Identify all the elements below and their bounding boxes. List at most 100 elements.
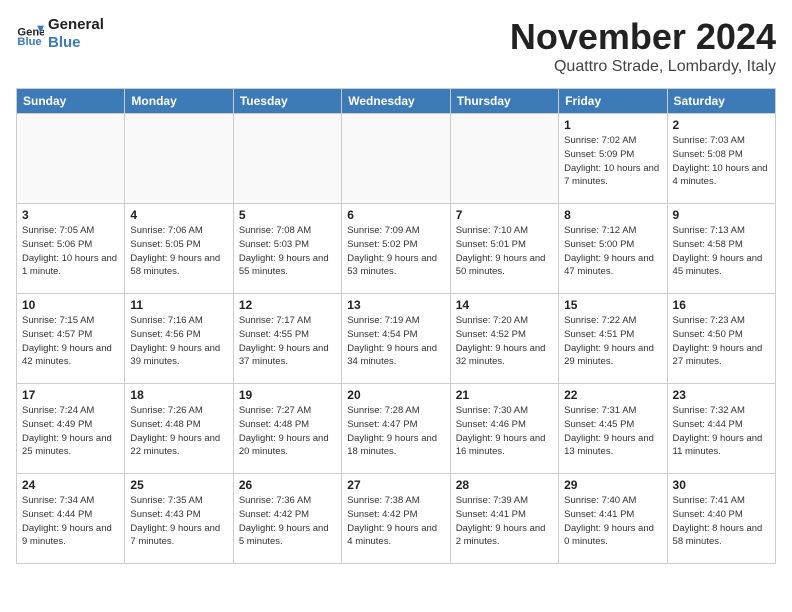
day-info: Sunrise: 7:06 AM Sunset: 5:05 PM Dayligh… bbox=[130, 224, 227, 279]
day-number: 12 bbox=[239, 298, 336, 312]
calendar-cell-w3d3: 20 Sunrise: 7:28 AM Sunset: 4:47 PM Dayli… bbox=[342, 384, 450, 474]
day-number: 8 bbox=[564, 208, 661, 222]
calendar-cell-w0d3 bbox=[342, 114, 450, 204]
day-info: Sunrise: 7:09 AM Sunset: 5:02 PM Dayligh… bbox=[347, 224, 444, 279]
day-number: 5 bbox=[239, 208, 336, 222]
calendar-cell-w3d4: 21 Sunrise: 7:30 AM Sunset: 4:46 PM Dayli… bbox=[450, 384, 558, 474]
calendar-cell-w4d5: 29 Sunrise: 7:40 AM Sunset: 4:41 PM Dayli… bbox=[559, 474, 667, 564]
day-number: 25 bbox=[130, 478, 227, 492]
calendar-cell-w4d4: 28 Sunrise: 7:39 AM Sunset: 4:41 PM Dayli… bbox=[450, 474, 558, 564]
calendar-cell-w0d0 bbox=[17, 114, 125, 204]
day-header-sunday: Sunday bbox=[17, 89, 125, 114]
day-header-tuesday: Tuesday bbox=[233, 89, 341, 114]
day-number: 16 bbox=[673, 298, 770, 312]
day-number: 22 bbox=[564, 388, 661, 402]
calendar-cell-w2d4: 14 Sunrise: 7:20 AM Sunset: 4:52 PM Dayli… bbox=[450, 294, 558, 384]
day-info: Sunrise: 7:17 AM Sunset: 4:55 PM Dayligh… bbox=[239, 314, 336, 369]
day-info: Sunrise: 7:38 AM Sunset: 4:42 PM Dayligh… bbox=[347, 494, 444, 549]
calendar-cell-w2d0: 10 Sunrise: 7:15 AM Sunset: 4:57 PM Dayli… bbox=[17, 294, 125, 384]
day-info: Sunrise: 7:03 AM Sunset: 5:08 PM Dayligh… bbox=[673, 134, 770, 189]
day-number: 18 bbox=[130, 388, 227, 402]
day-header-friday: Friday bbox=[559, 89, 667, 114]
day-number: 7 bbox=[456, 208, 553, 222]
logo: General Blue General Blue bbox=[16, 16, 104, 52]
day-number: 11 bbox=[130, 298, 227, 312]
day-info: Sunrise: 7:40 AM Sunset: 4:41 PM Dayligh… bbox=[564, 494, 661, 549]
day-number: 13 bbox=[347, 298, 444, 312]
day-info: Sunrise: 7:05 AM Sunset: 5:06 PM Dayligh… bbox=[22, 224, 119, 279]
calendar-cell-w0d2 bbox=[233, 114, 341, 204]
day-info: Sunrise: 7:34 AM Sunset: 4:44 PM Dayligh… bbox=[22, 494, 119, 549]
day-info: Sunrise: 7:15 AM Sunset: 4:57 PM Dayligh… bbox=[22, 314, 119, 369]
logo-line1: General bbox=[48, 16, 104, 34]
calendar-cell-w4d3: 27 Sunrise: 7:38 AM Sunset: 4:42 PM Dayli… bbox=[342, 474, 450, 564]
day-info: Sunrise: 7:23 AM Sunset: 4:50 PM Dayligh… bbox=[673, 314, 770, 369]
day-info: Sunrise: 7:26 AM Sunset: 4:48 PM Dayligh… bbox=[130, 404, 227, 459]
day-info: Sunrise: 7:16 AM Sunset: 4:56 PM Dayligh… bbox=[130, 314, 227, 369]
calendar-cell-w2d2: 12 Sunrise: 7:17 AM Sunset: 4:55 PM Dayli… bbox=[233, 294, 341, 384]
day-number: 10 bbox=[22, 298, 119, 312]
svg-text:Blue: Blue bbox=[17, 36, 41, 48]
calendar-cell-w0d5: 1 Sunrise: 7:02 AM Sunset: 5:09 PM Daylig… bbox=[559, 114, 667, 204]
calendar-cell-w0d1 bbox=[125, 114, 233, 204]
day-number: 23 bbox=[673, 388, 770, 402]
day-number: 28 bbox=[456, 478, 553, 492]
calendar-cell-w3d0: 17 Sunrise: 7:24 AM Sunset: 4:49 PM Dayli… bbox=[17, 384, 125, 474]
calendar-cell-w2d6: 16 Sunrise: 7:23 AM Sunset: 4:50 PM Dayli… bbox=[667, 294, 775, 384]
day-number: 4 bbox=[130, 208, 227, 222]
calendar-cell-w1d1: 4 Sunrise: 7:06 AM Sunset: 5:05 PM Daylig… bbox=[125, 204, 233, 294]
day-number: 15 bbox=[564, 298, 661, 312]
day-info: Sunrise: 7:19 AM Sunset: 4:54 PM Dayligh… bbox=[347, 314, 444, 369]
calendar-cell-w3d1: 18 Sunrise: 7:26 AM Sunset: 4:48 PM Dayli… bbox=[125, 384, 233, 474]
day-number: 19 bbox=[239, 388, 336, 402]
day-number: 30 bbox=[673, 478, 770, 492]
day-info: Sunrise: 7:39 AM Sunset: 4:41 PM Dayligh… bbox=[456, 494, 553, 549]
day-number: 29 bbox=[564, 478, 661, 492]
month-title: November 2024 bbox=[510, 16, 776, 58]
day-info: Sunrise: 7:22 AM Sunset: 4:51 PM Dayligh… bbox=[564, 314, 661, 369]
day-info: Sunrise: 7:20 AM Sunset: 4:52 PM Dayligh… bbox=[456, 314, 553, 369]
day-header-saturday: Saturday bbox=[667, 89, 775, 114]
calendar-cell-w1d0: 3 Sunrise: 7:05 AM Sunset: 5:06 PM Daylig… bbox=[17, 204, 125, 294]
day-number: 26 bbox=[239, 478, 336, 492]
day-info: Sunrise: 7:27 AM Sunset: 4:48 PM Dayligh… bbox=[239, 404, 336, 459]
day-info: Sunrise: 7:12 AM Sunset: 5:00 PM Dayligh… bbox=[564, 224, 661, 279]
title-section: November 2024 Quattro Strade, Lombardy, … bbox=[510, 16, 776, 76]
day-info: Sunrise: 7:28 AM Sunset: 4:47 PM Dayligh… bbox=[347, 404, 444, 459]
day-number: 14 bbox=[456, 298, 553, 312]
calendar-cell-w0d6: 2Sunrise: 7:03 AM Sunset: 5:08 PM Daylig… bbox=[667, 114, 775, 204]
day-number: 27 bbox=[347, 478, 444, 492]
day-info: Sunrise: 7:13 AM Sunset: 4:58 PM Dayligh… bbox=[673, 224, 770, 279]
calendar-cell-w1d4: 7 Sunrise: 7:10 AM Sunset: 5:01 PM Daylig… bbox=[450, 204, 558, 294]
calendar-cell-w0d4 bbox=[450, 114, 558, 204]
calendar-cell-w4d1: 25 Sunrise: 7:35 AM Sunset: 4:43 PM Dayli… bbox=[125, 474, 233, 564]
day-info: Sunrise: 7:31 AM Sunset: 4:45 PM Dayligh… bbox=[564, 404, 661, 459]
calendar-cell-w1d5: 8 Sunrise: 7:12 AM Sunset: 5:00 PM Daylig… bbox=[559, 204, 667, 294]
day-info: Sunrise: 7:30 AM Sunset: 4:46 PM Dayligh… bbox=[456, 404, 553, 459]
calendar-cell-w2d1: 11 Sunrise: 7:16 AM Sunset: 4:56 PM Dayli… bbox=[125, 294, 233, 384]
day-number: 21 bbox=[456, 388, 553, 402]
day-info: Sunrise: 7:08 AM Sunset: 5:03 PM Dayligh… bbox=[239, 224, 336, 279]
day-number: 17 bbox=[22, 388, 119, 402]
calendar-cell-w3d6: 23 Sunrise: 7:32 AM Sunset: 4:44 PM Dayli… bbox=[667, 384, 775, 474]
location-title: Quattro Strade, Lombardy, Italy bbox=[510, 58, 776, 76]
day-info: Sunrise: 7:10 AM Sunset: 5:01 PM Dayligh… bbox=[456, 224, 553, 279]
day-number: 3 bbox=[22, 208, 119, 222]
day-info: Sunrise: 7:02 AM Sunset: 5:09 PM Dayligh… bbox=[564, 134, 661, 189]
calendar-cell-w1d2: 5 Sunrise: 7:08 AM Sunset: 5:03 PM Daylig… bbox=[233, 204, 341, 294]
calendar-cell-w4d6: 30Sunrise: 7:41 AM Sunset: 4:40 PM Dayli… bbox=[667, 474, 775, 564]
day-header-monday: Monday bbox=[125, 89, 233, 114]
calendar-cell-w1d3: 6Sunrise: 7:09 AM Sunset: 5:02 PM Daylig… bbox=[342, 204, 450, 294]
logo-line2: Blue bbox=[48, 34, 104, 52]
day-info: Sunrise: 7:24 AM Sunset: 4:49 PM Dayligh… bbox=[22, 404, 119, 459]
day-header-wednesday: Wednesday bbox=[342, 89, 450, 114]
day-number: 20 bbox=[347, 388, 444, 402]
day-number: 24 bbox=[22, 478, 119, 492]
day-number: 1 bbox=[564, 118, 661, 132]
calendar-cell-w3d2: 19 Sunrise: 7:27 AM Sunset: 4:48 PM Dayli… bbox=[233, 384, 341, 474]
day-info: Sunrise: 7:32 AM Sunset: 4:44 PM Dayligh… bbox=[673, 404, 770, 459]
calendar-cell-w1d6: 9 Sunrise: 7:13 AM Sunset: 4:58 PM Daylig… bbox=[667, 204, 775, 294]
day-number: 9 bbox=[673, 208, 770, 222]
calendar-cell-w4d0: 24 Sunrise: 7:34 AM Sunset: 4:44 PM Dayli… bbox=[17, 474, 125, 564]
day-info: Sunrise: 7:35 AM Sunset: 4:43 PM Dayligh… bbox=[130, 494, 227, 549]
